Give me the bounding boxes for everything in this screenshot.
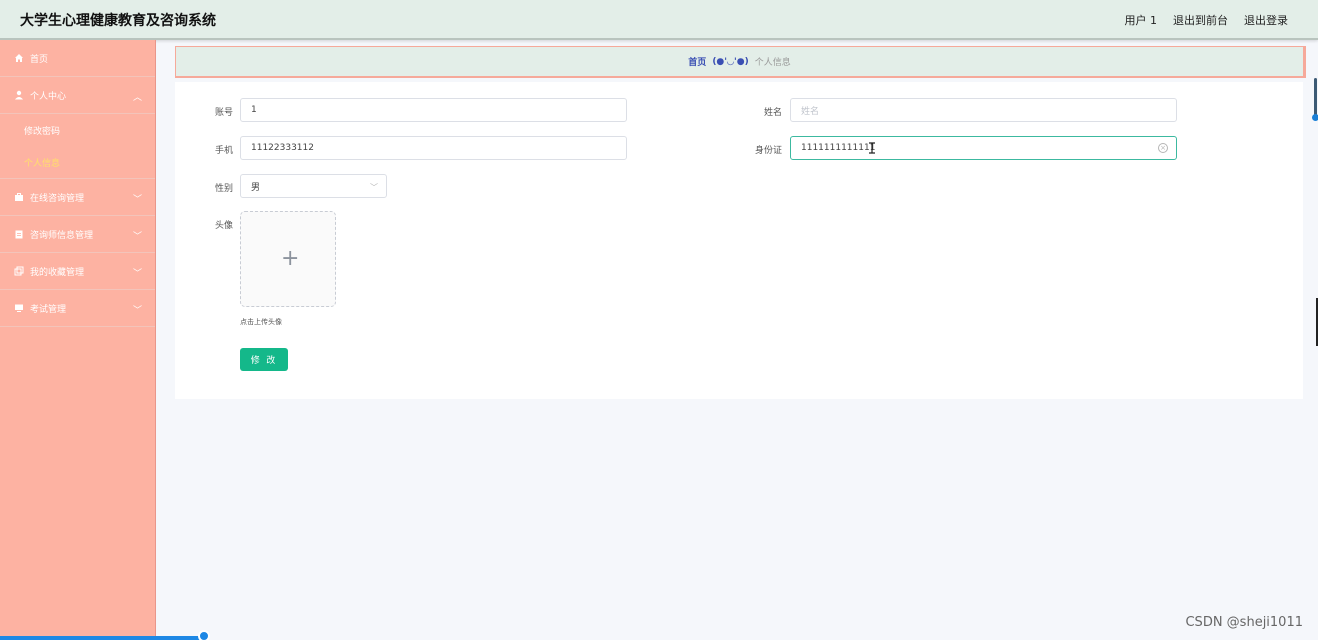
sidebar-item-label: 个人中心 xyxy=(30,91,67,102)
avatar-upload[interactable]: + xyxy=(240,211,336,307)
gender-select[interactable]: 男 ﹀ xyxy=(240,174,387,198)
chevron-down-icon: ﹀ xyxy=(132,195,142,205)
header-actions: 用户 1 退出到前台 退出登录 xyxy=(1125,12,1289,28)
scrollbar-thumb[interactable] xyxy=(1314,78,1317,118)
watermark: CSDN @sheji1011 xyxy=(1185,615,1303,630)
sidebar-item-label: 在线咨询管理 xyxy=(30,193,85,204)
user-name[interactable]: 用户 1 xyxy=(1125,12,1158,28)
breadcrumb: 首页 (●'◡'●) 个人信息 xyxy=(175,46,1306,78)
breadcrumb-emoticon: (●'◡'●) xyxy=(712,56,749,67)
account-label: 账号 xyxy=(214,108,233,118)
personal-center-submenu: 修改密码 个人信息 xyxy=(0,114,155,179)
sidebar-item-label: 咨询师信息管理 xyxy=(30,230,94,241)
sidebar-item-favorites[interactable]: 我的收藏管理 ﹀ xyxy=(0,253,155,290)
top-header: 大学生心理健康教育及咨询系统 用户 1 退出到前台 退出登录 xyxy=(0,0,1318,40)
submit-edit-button[interactable]: 修 改 xyxy=(240,348,288,371)
idcard-field[interactable]: 1111111111111 × xyxy=(790,136,1177,160)
sidebar-item-home[interactable]: 首页 xyxy=(0,40,155,77)
gender-label: 性别 xyxy=(214,184,233,194)
sidebar-item-counselor-info[interactable]: 咨询师信息管理 ﹀ xyxy=(0,216,155,253)
sidebar-item-exams[interactable]: 考试管理 ﹀ xyxy=(0,290,155,327)
chevron-down-icon: ﹀ xyxy=(132,269,142,279)
sidebar-item-personal-center[interactable]: 个人中心 ︿ xyxy=(0,77,155,114)
idcard-label: 身份证 xyxy=(754,146,782,156)
briefcase-icon xyxy=(13,192,24,203)
sidebar: 首页 个人中心 ︿ 修改密码 个人信息 在线咨询管理 ﹀ 咨询师信息管理 ﹀ 我… xyxy=(0,40,156,640)
chevron-down-icon: ﹀ xyxy=(132,232,142,242)
gender-value: 男 xyxy=(251,182,261,193)
clipboard-icon xyxy=(13,229,24,240)
avatar-label: 头像 xyxy=(214,221,233,231)
upload-tip: 点击上传头像 xyxy=(240,318,282,326)
home-icon xyxy=(13,53,24,64)
breadcrumb-current: 个人信息 xyxy=(754,58,791,68)
plus-icon: + xyxy=(281,246,300,271)
logout-link[interactable]: 退出登录 xyxy=(1244,12,1288,28)
user-icon xyxy=(13,90,24,101)
phone-label: 手机 xyxy=(214,146,233,156)
sidebar-item-change-password[interactable]: 修改密码 xyxy=(0,114,155,146)
scrollbar[interactable] xyxy=(1312,78,1318,122)
sidebar-item-label: 考试管理 xyxy=(30,304,67,315)
progress-bar xyxy=(0,636,205,640)
text-cursor-icon xyxy=(869,142,875,154)
sidebar-item-online-consult[interactable]: 在线咨询管理 ﹀ xyxy=(0,179,155,216)
idcard-value: 1111111111111 xyxy=(801,143,876,153)
phone-field[interactable]: 11122333112 xyxy=(240,136,627,160)
account-field[interactable]: 1 xyxy=(240,98,627,122)
sidebar-item-label: 首页 xyxy=(30,54,49,65)
sidebar-item-label: 我的收藏管理 xyxy=(30,267,85,278)
copy-icon xyxy=(13,266,24,277)
scrollbar-knob[interactable] xyxy=(1312,114,1318,121)
breadcrumb-home[interactable]: 首页 xyxy=(688,55,706,68)
clear-icon[interactable]: × xyxy=(1158,143,1168,153)
chevron-down-icon: ﹀ xyxy=(132,306,142,316)
personal-info-form: 账号 1 姓名 姓名 手机 11122333112 身份证 1111111111… xyxy=(175,82,1303,399)
exit-to-front-link[interactable]: 退出到前台 xyxy=(1173,12,1228,28)
chevron-up-icon: ︿ xyxy=(132,93,142,103)
monitor-icon xyxy=(13,303,24,314)
chevron-down-icon: ﹀ xyxy=(370,183,378,192)
app-title: 大学生心理健康教育及咨询系统 xyxy=(20,13,216,29)
sidebar-item-personal-info[interactable]: 个人信息 xyxy=(0,146,155,178)
name-label: 姓名 xyxy=(763,108,782,118)
name-field[interactable]: 姓名 xyxy=(790,98,1177,122)
progress-knob[interactable] xyxy=(198,630,210,640)
